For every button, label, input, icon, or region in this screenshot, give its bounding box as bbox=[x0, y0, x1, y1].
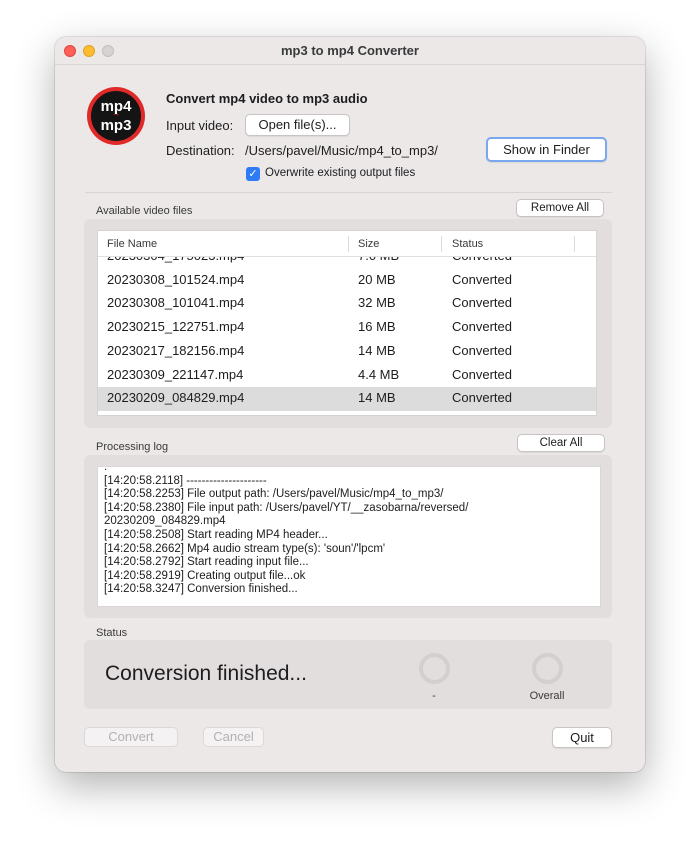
files-table[interactable]: File Name Size Status 20230304_175023.mp… bbox=[97, 230, 597, 416]
log-line: [14:20:58.2118] --------------------- bbox=[104, 474, 267, 487]
files-section-label: Available video files bbox=[96, 205, 193, 217]
file-size-cell: 16 MB bbox=[358, 319, 396, 335]
table-row[interactable]: 20230209_084829.mp4 14 MB Converted bbox=[98, 387, 596, 411]
app-heading: Convert mp4 video to mp3 audio bbox=[166, 91, 368, 106]
file-size-cell: 14 MB bbox=[358, 390, 396, 406]
table-row[interactable]: 20230308_101524.mp4 20 MB Converted bbox=[98, 269, 596, 293]
convert-button[interactable]: Convert bbox=[84, 727, 178, 747]
clear-all-button[interactable]: Clear All bbox=[517, 434, 605, 452]
file-size-cell: 20 MB bbox=[358, 271, 396, 287]
log-line: . bbox=[104, 466, 108, 473]
window-title: mp3 to mp4 Converter bbox=[281, 43, 419, 58]
log-line: [14:20:58.3247] Conversion finished... bbox=[104, 583, 298, 596]
table-row[interactable]: 20230309_221147.mp4 4.4 MB Converted bbox=[98, 364, 596, 388]
table-row[interactable]: 20230304_175023.mp4 7.0 MB Converted bbox=[98, 257, 596, 269]
log-text: . [14:20:58.2118] --------------------- [1… bbox=[104, 466, 594, 597]
table-header: File Name Size Status bbox=[98, 231, 596, 257]
overall-progress-ring bbox=[532, 653, 563, 684]
overwrite-label: Overwrite existing output files bbox=[265, 167, 416, 179]
file-name-cell: 20230209_084829.mp4 bbox=[107, 390, 245, 406]
file-size-cell: 32 MB bbox=[358, 295, 396, 311]
app-logo: mp4 → mp3 bbox=[87, 87, 145, 145]
file-name-cell: 20230304_175023.mp4 bbox=[107, 257, 244, 263]
cancel-button[interactable]: Cancel bbox=[203, 727, 264, 747]
file-name-cell: 20230308_101041.mp4 bbox=[107, 295, 245, 311]
file-status-cell: Converted bbox=[452, 295, 512, 311]
files-table-body: 20230304_175023.mp47.0 MBConverted202303… bbox=[98, 257, 596, 415]
file-status-cell: Converted bbox=[452, 342, 512, 358]
log-section-label: Processing log bbox=[96, 441, 169, 453]
file-status-cell: Converted bbox=[452, 366, 512, 382]
log-line: [14:20:58.2380] File input path: /Users/… bbox=[104, 501, 469, 514]
quit-button[interactable]: Quit bbox=[552, 727, 612, 748]
file-size-cell: 7.0 MB bbox=[358, 257, 399, 263]
title-bar: mp3 to mp4 Converter bbox=[55, 37, 645, 65]
current-progress-ring bbox=[419, 653, 450, 684]
current-progress-label: - bbox=[432, 690, 436, 702]
file-size-cell: 4.4 MB bbox=[358, 366, 400, 382]
log-line: 20230209_084829.mp4 bbox=[104, 515, 226, 528]
log-line: [14:20:58.2792] Start reading input file… bbox=[104, 556, 309, 569]
destination-path: /Users/pavel/Music/mp4_to_mp3/ bbox=[245, 143, 438, 158]
file-name-cell: 20230217_182156.mp4 bbox=[107, 342, 245, 358]
table-row[interactable]: 20230217_182156.mp4 14 MB Converted bbox=[98, 340, 596, 364]
table-row[interactable]: 20230308_101041.mp4 32 MB Converted bbox=[98, 292, 596, 316]
file-status-cell: Converted bbox=[452, 319, 512, 335]
input-video-label: Input video: bbox=[166, 118, 234, 133]
column-header-size[interactable]: Size bbox=[358, 238, 379, 250]
status-text: Conversion finished... bbox=[105, 662, 307, 685]
destination-label: Destination: bbox=[166, 143, 235, 158]
log-line: [14:20:58.2508] Start reading MP4 header… bbox=[104, 528, 328, 541]
column-header-status[interactable]: Status bbox=[452, 238, 483, 250]
log-line: [14:20:58.2253] File output path: /Users… bbox=[104, 488, 444, 501]
overwrite-checkbox[interactable]: ✓ bbox=[246, 167, 260, 181]
table-row[interactable]: 20230215_122751.mp4 16 MB Converted bbox=[98, 316, 596, 340]
column-header-file-name[interactable]: File Name bbox=[107, 238, 157, 250]
file-status-cell: Converted bbox=[452, 271, 512, 287]
file-size-cell: 14 MB bbox=[358, 342, 396, 358]
app-window: mp3 to mp4 Converter mp4 → mp3 Convert m… bbox=[55, 37, 645, 772]
processing-log[interactable]: . [14:20:58.2118] --------------------- [1… bbox=[97, 466, 601, 607]
header-divider bbox=[85, 192, 612, 193]
log-line: [14:20:58.2919] Creating output file...o… bbox=[104, 569, 306, 582]
remove-all-button[interactable]: Remove All bbox=[516, 199, 604, 217]
file-status-cell: Converted bbox=[452, 390, 512, 406]
show-in-finder-button[interactable]: Show in Finder bbox=[486, 137, 607, 162]
file-name-cell: 20230309_221147.mp4 bbox=[107, 366, 244, 382]
file-name-cell: 20230308_101524.mp4 bbox=[107, 271, 245, 287]
status-section-label: Status bbox=[96, 627, 128, 639]
file-status-cell: Converted bbox=[452, 257, 512, 263]
log-line: [14:20:58.2662] Mp4 audio stream type(s)… bbox=[104, 542, 386, 555]
open-files-button[interactable]: Open file(s)... bbox=[245, 114, 350, 136]
file-name-cell: 20230215_122751.mp4 bbox=[107, 319, 245, 335]
overall-progress-label: Overall bbox=[529, 690, 565, 702]
